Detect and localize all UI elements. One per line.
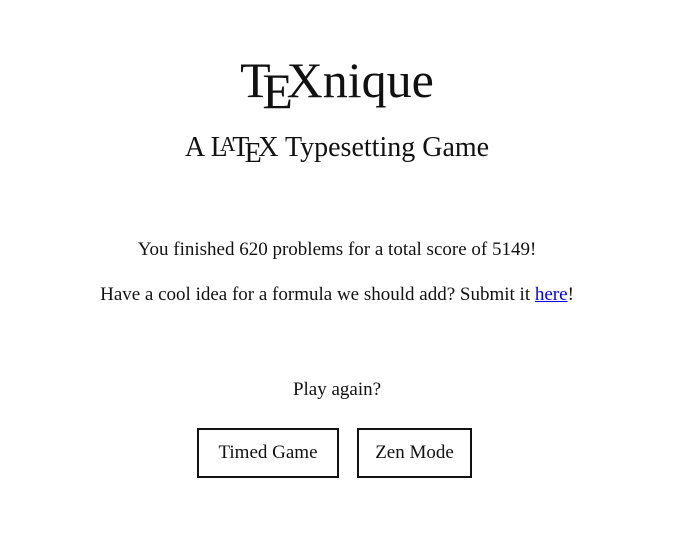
submit-idea-link[interactable]: here: [535, 284, 568, 305]
subtitle-prefix: A: [184, 132, 211, 163]
title-suffix: nique: [322, 52, 434, 108]
game-title: TEXnique: [0, 50, 674, 119]
tex-logo-e: E: [262, 63, 293, 119]
latex-logo-e: E: [244, 138, 262, 170]
submit-idea-text: Have a cool idea for a formula we should…: [100, 284, 535, 305]
tex-logo: TEX: [240, 52, 323, 119]
submit-idea-exclamation: !: [567, 284, 574, 305]
score-message: You finished 620 problems for a total sc…: [137, 239, 537, 260]
subtitle-suffix: Typesetting Game: [278, 132, 490, 163]
zen-mode-label: Zen Mode: [375, 442, 454, 463]
latex-logo-a: A: [220, 131, 236, 156]
timed-game-label: Timed Game: [218, 442, 318, 463]
timed-game-button[interactable]: Timed Game: [197, 428, 339, 478]
submit-idea-message: Have a cool idea for a formula we should…: [0, 283, 674, 307]
game-subtitle: A LATEX Typesetting Game: [0, 128, 674, 169]
zen-mode-button[interactable]: Zen Mode: [357, 428, 472, 478]
latex-logo: LATEX: [211, 132, 279, 169]
play-again-prompt: Play again?: [292, 379, 382, 400]
